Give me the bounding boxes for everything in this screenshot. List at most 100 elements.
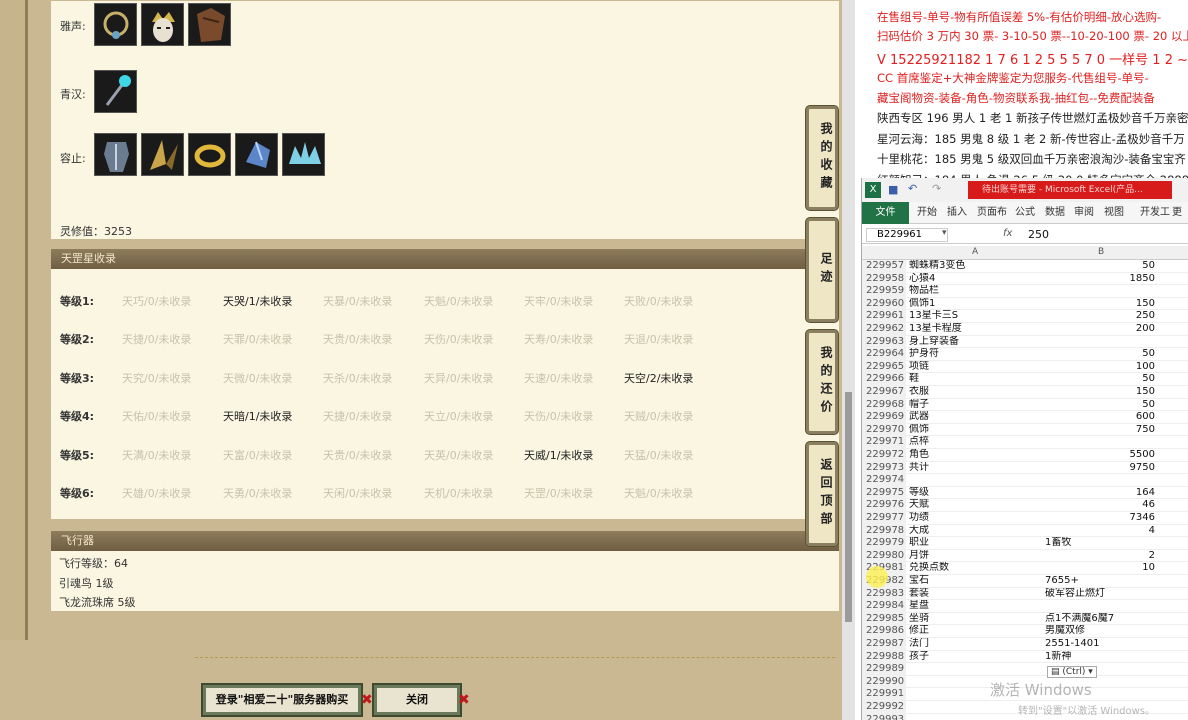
- cell-a[interactable]: 修正: [909, 625, 1043, 638]
- cell-b[interactable]: 男魔双修: [1045, 625, 1155, 638]
- cell-a[interactable]: 鞋: [909, 373, 1043, 386]
- login-buy-button[interactable]: 登录"相爱二十"服务器购买: [203, 685, 361, 715]
- sheet-row[interactable]: 229980 月饼 2: [862, 549, 1188, 563]
- cell-a[interactable]: 法门: [909, 638, 1043, 651]
- cell-b[interactable]: 50: [1045, 348, 1155, 361]
- ribbon-tab[interactable]: 插入: [947, 202, 967, 224]
- sheet-row[interactable]: 229957 蜘蛛精3变色 50: [862, 260, 1188, 273]
- sheet-row[interactable]: 229979 职业 1畜牧: [862, 537, 1188, 550]
- cell-a[interactable]: 职业: [909, 537, 1043, 550]
- armor-icon[interactable]: [94, 133, 137, 176]
- row-number[interactable]: 229983: [862, 587, 906, 601]
- cell-a[interactable]: 点椊: [909, 436, 1043, 449]
- sheet-row[interactable]: 229964 护身符 50: [862, 348, 1188, 361]
- my-collection-button[interactable]: 我的收藏: [806, 106, 838, 210]
- row-number[interactable]: 229991: [862, 688, 906, 701]
- sheet-row[interactable]: 229972 角色 5500: [862, 449, 1188, 462]
- row-number[interactable]: 229965: [862, 360, 906, 374]
- sheet-row[interactable]: 229983 套装 破军容止燃灯: [862, 587, 1188, 601]
- gold-ring-icon[interactable]: [188, 133, 231, 176]
- cell-b[interactable]: 1畜牧: [1045, 537, 1155, 550]
- row-number[interactable]: 229980: [862, 549, 906, 563]
- cell-b[interactable]: 5500: [1045, 449, 1155, 462]
- col-b-header[interactable]: B: [1098, 247, 1104, 257]
- row-number[interactable]: 229988: [862, 650, 906, 664]
- cell-b[interactable]: 2551-1401: [1045, 638, 1155, 651]
- sheet-row[interactable]: 229961 13星卡三S 250: [862, 310, 1188, 323]
- sheet-row[interactable]: 229962 13星卡程度 200: [862, 323, 1188, 336]
- cell-a[interactable]: 星盘: [909, 600, 1043, 613]
- row-number[interactable]: 229992: [862, 701, 906, 714]
- cell-a[interactable]: 衣服: [909, 386, 1043, 399]
- cell-a[interactable]: 13星卡程度: [909, 323, 1043, 336]
- cell-b[interactable]: 7655+: [1045, 575, 1155, 588]
- sheet-row[interactable]: 229973 共计 9750: [862, 461, 1188, 475]
- col-a-header[interactable]: A: [972, 247, 978, 257]
- cell-a[interactable]: 套装: [909, 588, 1043, 601]
- sheet-row[interactable]: 229966 鞋 50: [862, 373, 1188, 386]
- row-number[interactable]: 229959: [862, 285, 906, 298]
- row-number[interactable]: 229979: [862, 537, 906, 550]
- row-number[interactable]: 229970: [862, 423, 906, 437]
- row-number[interactable]: 229990: [862, 675, 906, 689]
- sheet-row[interactable]: 229986 修正 男魔双修: [862, 625, 1188, 638]
- cell-b[interactable]: 50: [1045, 373, 1155, 386]
- sheet-row[interactable]: 229985 坐骑 点1不满魔6魔7: [862, 612, 1188, 626]
- row-number[interactable]: 229963: [862, 335, 906, 349]
- row-number[interactable]: 229993: [862, 713, 906, 720]
- cell-a[interactable]: 护身符: [909, 348, 1043, 361]
- cell-b[interactable]: 150: [1045, 386, 1155, 399]
- row-number[interactable]: 229973: [862, 461, 906, 475]
- sheet-row[interactable]: 229963 身上穿装备: [862, 335, 1188, 349]
- footprint-button[interactable]: 足迹: [806, 218, 838, 322]
- cell-b[interactable]: 4: [1045, 525, 1155, 538]
- sheet-row[interactable]: 229967 衣服 150: [862, 386, 1188, 399]
- row-number[interactable]: 229977: [862, 512, 906, 525]
- page-scrollbar-thumb[interactable]: [845, 392, 852, 622]
- cell-b[interactable]: 50: [1045, 399, 1155, 412]
- cell-a[interactable]: 大成: [909, 525, 1043, 538]
- cell-a[interactable]: 坐骑: [909, 613, 1043, 626]
- crystal-icon[interactable]: [235, 133, 278, 176]
- sheet-row[interactable]: 229968 帽子 50: [862, 398, 1188, 412]
- name-box-dropdown-icon[interactable]: ▾: [942, 228, 947, 238]
- row-number[interactable]: 229971: [862, 436, 906, 449]
- row-number[interactable]: 229968: [862, 398, 906, 412]
- ribbon-tab[interactable]: 开始: [917, 202, 937, 224]
- formula-value[interactable]: 250: [1028, 228, 1049, 241]
- cell-b[interactable]: 50: [1045, 260, 1155, 273]
- cell-b[interactable]: 1新神: [1045, 651, 1155, 664]
- sheet-row[interactable]: 229978 大成 4: [862, 524, 1188, 538]
- ice-crown-icon[interactable]: [282, 133, 325, 176]
- cell-b[interactable]: 10: [1045, 562, 1155, 575]
- cell-b[interactable]: 164: [1045, 487, 1155, 500]
- paste-options-tag[interactable]: ▤ (Ctrl) ▾: [1047, 666, 1097, 678]
- sheet-row[interactable]: 229981 兑换点数 10: [862, 562, 1188, 575]
- row-number[interactable]: 229964: [862, 348, 906, 361]
- ribbon-tab[interactable]: 视图: [1104, 202, 1124, 224]
- cell-a[interactable]: 天赋: [909, 499, 1043, 512]
- cell-b[interactable]: 250: [1045, 310, 1155, 323]
- cell-a[interactable]: 月饼: [909, 550, 1043, 563]
- ribbon-tab[interactable]: 页面布: [977, 202, 1007, 224]
- cell-b[interactable]: 1850: [1045, 273, 1155, 286]
- cell-a[interactable]: 孩子: [909, 651, 1043, 664]
- leather-armor-icon[interactable]: [188, 3, 231, 46]
- ribbon-tab[interactable]: 开发工: [1140, 202, 1170, 224]
- sheet-row[interactable]: 229960 佩饰1 150: [862, 297, 1188, 311]
- sheet-row[interactable]: 229969 武器 600: [862, 411, 1188, 424]
- row-number[interactable]: 229978: [862, 524, 906, 538]
- save-icon[interactable]: ■: [888, 183, 898, 196]
- row-number[interactable]: 229957: [862, 260, 906, 273]
- row-number[interactable]: 229974: [862, 474, 906, 487]
- sheet-row[interactable]: 229982宝石7655+: [862, 575, 1188, 588]
- staff-icon[interactable]: [94, 70, 137, 113]
- cell-b[interactable]: 46: [1045, 499, 1155, 512]
- cell-b[interactable]: 200: [1045, 323, 1155, 336]
- cell-b[interactable]: 7346: [1045, 512, 1155, 525]
- cell-b[interactable]: 点1不满魔6魔7: [1045, 613, 1155, 626]
- sheet-row[interactable]: 229976 天赋 46: [862, 499, 1188, 512]
- undo-icon[interactable]: ↶: [908, 182, 917, 195]
- wing-weapon-icon[interactable]: [141, 133, 184, 176]
- row-number[interactable]: 229966: [862, 373, 906, 386]
